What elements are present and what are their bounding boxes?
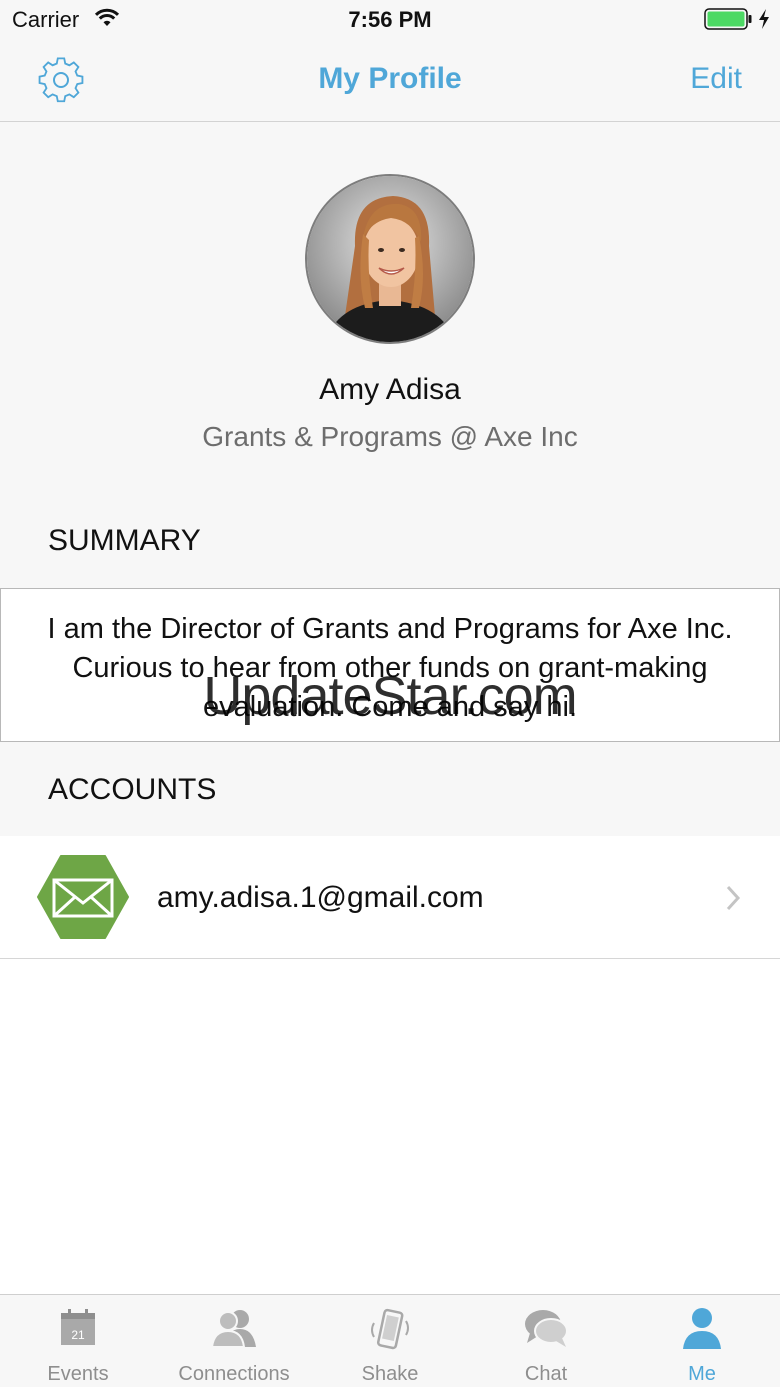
person-icon bbox=[683, 1308, 721, 1349]
tab-bar: 21 Events Connections Shake Chat Me bbox=[0, 1294, 780, 1387]
calendar-icon: 21 bbox=[61, 1309, 95, 1345]
charging-icon bbox=[759, 9, 769, 29]
page-title: My Profile bbox=[318, 62, 462, 95]
tab-label-events: Events bbox=[47, 1363, 109, 1385]
tab-chat[interactable]: Chat bbox=[468, 1295, 624, 1387]
profile-name: Amy Adisa bbox=[319, 373, 461, 406]
summary-text: I am the Director of Grants and Programs… bbox=[47, 613, 733, 723]
status-bar: Carrier 7:56 PM bbox=[0, 0, 780, 40]
tab-me[interactable]: Me bbox=[624, 1295, 780, 1387]
edit-button[interactable]: Edit bbox=[690, 62, 742, 96]
email-icon bbox=[37, 855, 129, 939]
phone-shake-icon bbox=[371, 1308, 409, 1350]
empty-content-area bbox=[0, 959, 780, 1294]
summary-box: I am the Director of Grants and Programs… bbox=[0, 588, 780, 742]
tab-label-shake: Shake bbox=[361, 1363, 419, 1385]
nav-bar: My Profile Edit bbox=[0, 40, 780, 122]
clock: 7:56 PM bbox=[348, 7, 432, 32]
tab-shake[interactable]: Shake bbox=[312, 1295, 468, 1387]
chat-icon bbox=[525, 1310, 568, 1347]
tab-events[interactable]: 21 Events bbox=[0, 1295, 156, 1387]
tab-label-chat: Chat bbox=[524, 1363, 568, 1385]
calendar-day: 21 bbox=[71, 1328, 85, 1342]
account-email: amy.adisa.1@gmail.com bbox=[157, 881, 484, 914]
people-icon bbox=[210, 1310, 256, 1348]
battery-icon bbox=[704, 8, 752, 30]
chevron-right-icon bbox=[726, 885, 741, 911]
summary-header: SUMMARY bbox=[48, 524, 201, 557]
avatar bbox=[305, 174, 475, 344]
profile-title: Grants & Programs @ Axe Inc bbox=[202, 421, 578, 452]
accounts-header: ACCOUNTS bbox=[48, 773, 217, 806]
account-row[interactable]: amy.adisa.1@gmail.com bbox=[0, 836, 780, 959]
tab-label-me: Me bbox=[688, 1363, 716, 1385]
tab-label-connections: Connections bbox=[178, 1363, 290, 1385]
tab-connections[interactable]: Connections bbox=[156, 1295, 312, 1387]
